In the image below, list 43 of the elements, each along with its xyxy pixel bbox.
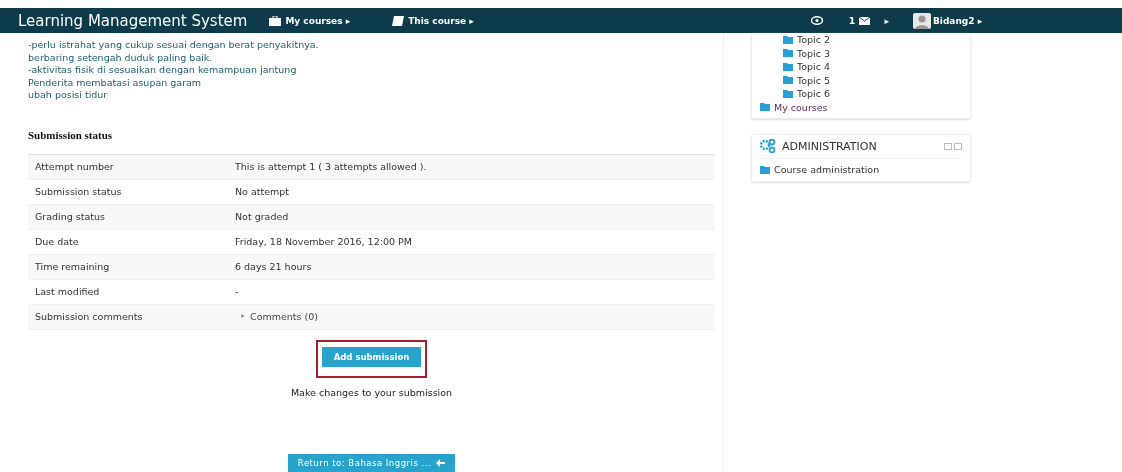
- avatar-icon: [912, 12, 931, 29]
- nav-menu[interactable]: My courses ▸: [269, 15, 351, 26]
- site-title[interactable]: Learning Management System: [18, 11, 248, 30]
- section-heading: Submission status: [28, 128, 114, 141]
- content-text: berbaring setengah duduk paling baik.: [28, 51, 214, 64]
- table-cell: 6 days 21 hours: [235, 261, 312, 272]
- folder-icon: [760, 103, 770, 112]
- caret-icon[interactable]: ▸: [884, 15, 889, 26]
- my-courses-link[interactable]: My courses: [760, 100, 962, 114]
- table-cell-text: Attempt number: [34, 161, 115, 172]
- topic-link[interactable]: Topic 2: [760, 33, 962, 47]
- table-cell-text: Submission status: [34, 186, 123, 197]
- table-cell: Friday, 18 November 2016, 12:00 PM: [235, 236, 412, 247]
- messages-menu[interactable]: 1: [848, 15, 871, 26]
- content-text: -aktivitas fisik di sesuaikan dengan kemampuan jantung: [28, 64, 298, 77]
- admin-link[interactable]: Course administration: [760, 163, 962, 177]
- user-menu[interactable]: Bidang2 ▸: [912, 12, 983, 29]
- topic-link[interactable]: Topic 4: [760, 60, 962, 74]
- table-cell-text: Submission comments: [34, 311, 144, 322]
- block-title: ADMINISTRATION: [782, 139, 877, 153]
- nav-menu[interactable]: This course ▸: [392, 15, 474, 26]
- table-cell-text: Grading status: [34, 211, 107, 222]
- eye-icon[interactable]: [810, 16, 823, 25]
- content-text: ubah posisi tidur: [28, 89, 109, 102]
- table-cell: -: [235, 286, 239, 297]
- topic-link[interactable]: Topic 5: [760, 73, 962, 87]
- table-cell-text: Time remaining: [34, 261, 111, 272]
- folder-icon: [760, 165, 770, 174]
- table-cell-text: Last modified: [34, 286, 101, 297]
- table-cell: This is attempt 1 ( 3 attempts allowed ).: [235, 161, 427, 172]
- content-text: Penderita membatasi asupan garam: [28, 76, 203, 89]
- content-text: -perlu istrahat yang cukup sesuai dengan berat penyakitnya.: [28, 39, 320, 52]
- table-cell: No attempt: [235, 186, 290, 197]
- table-cell-text: Due date: [34, 236, 80, 247]
- book-icon: [392, 15, 405, 26]
- comments-link[interactable]: Comments (0): [250, 311, 318, 322]
- hint-text: Make changes to your submission: [290, 386, 453, 398]
- table-cell: Not graded: [235, 211, 289, 222]
- envelope-icon: [859, 16, 871, 25]
- return-icon: [436, 458, 446, 467]
- topic-link[interactable]: Topic 3: [760, 46, 962, 60]
- topic-link[interactable]: Topic 6: [760, 87, 962, 101]
- briefcase-icon: [269, 15, 282, 26]
